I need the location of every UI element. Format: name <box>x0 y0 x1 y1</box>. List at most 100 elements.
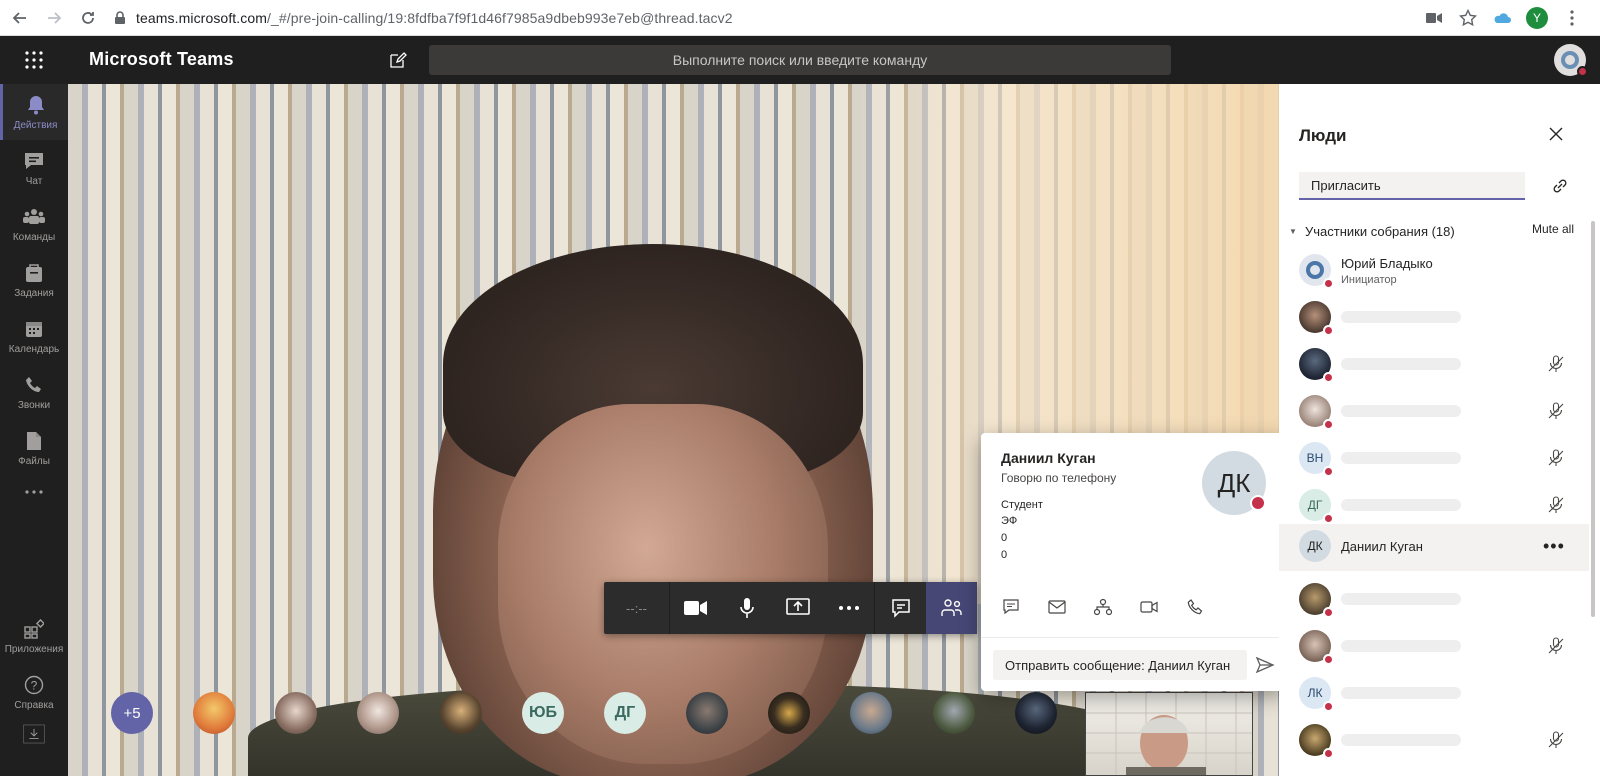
rail-item-chat[interactable]: Чат <box>0 140 68 196</box>
show-participants-button[interactable] <box>926 582 977 634</box>
participant-row[interactable] <box>1279 389 1589 436</box>
bell-icon <box>25 94 47 116</box>
contact-detail: Студент <box>1001 499 1043 511</box>
participant-avatar[interactable] <box>768 692 810 734</box>
video-call-icon[interactable] <box>1139 597 1159 617</box>
participant-avatar[interactable] <box>440 692 482 734</box>
chat-icon[interactable] <box>1001 597 1021 617</box>
divider <box>981 637 1285 638</box>
participant-avatar-initials[interactable]: ЮБ <box>522 692 564 734</box>
rail-item-label: Действия <box>13 119 58 131</box>
close-icon[interactable] <box>1548 126 1564 142</box>
mic-muted-icon <box>1547 355 1565 373</box>
participant-name-hidden <box>1341 734 1461 746</box>
forward-icon[interactable] <box>40 4 68 32</box>
chat-icon <box>23 150 45 172</box>
scrollbar[interactable] <box>1591 221 1595 617</box>
back-icon[interactable] <box>6 4 34 32</box>
mute-all-button[interactable]: Mute all <box>1532 222 1574 236</box>
participant-row[interactable]: ДГ <box>1279 483 1589 530</box>
browser-toolbar: teams.microsoft.com/_#/pre-join-calling/… <box>0 0 1600 36</box>
participant-row[interactable] <box>1279 342 1589 389</box>
new-chat-icon[interactable] <box>389 51 407 69</box>
rail-item-calendar[interactable]: Календарь <box>0 308 68 364</box>
people-panel-title: Люди <box>1299 126 1347 145</box>
presence-busy-indicator <box>1323 278 1334 289</box>
camera-indicator-icon[interactable] <box>1424 8 1444 28</box>
email-icon[interactable] <box>1047 597 1067 617</box>
participant-row[interactable] <box>1279 577 1589 624</box>
rail-item-download[interactable] <box>0 716 68 756</box>
participant-name-hidden <box>1341 405 1461 417</box>
participant-name-hidden <box>1341 593 1461 605</box>
more-actions-button[interactable] <box>823 582 874 634</box>
contact-card: Даниил Куган Говорю по телефону Студент … <box>981 433 1285 691</box>
reload-icon[interactable] <box>74 4 102 32</box>
rail-item-apps[interactable]: Приложения <box>0 608 68 664</box>
mic-muted-icon <box>1547 637 1565 655</box>
copy-link-icon[interactable] <box>1551 177 1569 195</box>
rail-item-help[interactable]: ? Справка <box>0 664 68 720</box>
participant-row[interactable]: ВН <box>1279 436 1589 483</box>
call-timer: --:-- <box>604 582 670 634</box>
download-icon <box>23 723 45 745</box>
share-tray-icon <box>785 598 810 615</box>
address-bar[interactable]: teams.microsoft.com/_#/pre-join-calling/… <box>112 5 1482 31</box>
rail-item-label: Справка <box>14 699 54 711</box>
participant-avatar-initials[interactable]: ДГ <box>604 692 646 734</box>
search-input[interactable]: Выполните поиск или введите команду <box>429 45 1171 75</box>
rail-item-calls[interactable]: Звонки <box>0 364 68 420</box>
my-profile-avatar[interactable] <box>1554 44 1588 77</box>
more-participants-badge[interactable]: +5 <box>111 692 153 734</box>
participant-avatar[interactable] <box>357 692 399 734</box>
contact-detail: 0 <box>1001 549 1008 561</box>
participant-row[interactable] <box>1279 295 1589 342</box>
participant-avatar[interactable] <box>850 692 892 734</box>
rail-item-files[interactable]: Файлы <box>0 420 68 476</box>
participant-avatar[interactable] <box>933 692 975 734</box>
phone-icon[interactable] <box>1185 597 1205 617</box>
camera-toggle-button[interactable] <box>670 582 721 634</box>
people-panel: Люди Пригласить ▼ Участники собрания (18… <box>1279 84 1600 776</box>
people-icon <box>940 599 962 616</box>
participant-avatar[interactable] <box>686 692 728 734</box>
browser-menu-icon[interactable] <box>1562 8 1582 28</box>
star-icon[interactable] <box>1458 8 1478 28</box>
microphone-icon <box>739 598 754 618</box>
browser-profile-avatar[interactable]: Y <box>1526 7 1548 29</box>
self-video-preview <box>1085 692 1253 776</box>
invite-input[interactable]: Пригласить <box>1299 172 1525 200</box>
participant-avatar[interactable] <box>1015 692 1057 734</box>
participant-name-hidden <box>1341 687 1461 699</box>
show-conversation-button[interactable] <box>875 582 926 634</box>
onedrive-extension-icon[interactable] <box>1492 8 1512 28</box>
more-horizontal-icon <box>23 481 45 503</box>
participant-avatar[interactable] <box>275 692 317 734</box>
participant-row[interactable] <box>1279 718 1589 765</box>
teams-header: Microsoft Teams Выполните поиск или введ… <box>0 36 1600 84</box>
org-chart-icon[interactable] <box>1093 597 1113 617</box>
presence-busy-indicator <box>1323 654 1334 665</box>
app-title: Microsoft Teams <box>89 49 234 69</box>
presence-busy-indicator <box>1323 466 1334 477</box>
rail-item-teams[interactable]: Команды <box>0 196 68 252</box>
participant-name: Юрий Бладыко <box>1341 256 1433 271</box>
participant-avatar[interactable] <box>193 692 235 734</box>
more-options-icon[interactable]: ••• <box>1543 536 1565 557</box>
apps-icon <box>23 618 45 640</box>
share-screen-button[interactable] <box>772 582 823 634</box>
participant-row[interactable]: Юрий Бладыко Инициатор <box>1279 248 1589 295</box>
mic-toggle-button[interactable] <box>721 582 772 634</box>
app-launcher-icon[interactable] <box>24 50 44 70</box>
participant-row[interactable] <box>1279 624 1589 671</box>
participant-row-selected[interactable]: ДК Даниил Куган ••• <box>1279 524 1589 571</box>
send-message-input[interactable]: Отправить сообщение: Даниил Куган <box>993 650 1247 680</box>
presence-busy-indicator <box>1323 701 1334 712</box>
rail-more-apps[interactable] <box>0 476 68 512</box>
svg-text:?: ? <box>31 678 38 692</box>
rail-item-assignments[interactable]: Задания <box>0 252 68 308</box>
participant-row[interactable]: ЛК <box>1279 671 1589 718</box>
send-icon[interactable] <box>1255 655 1275 675</box>
rail-item-activity[interactable]: Действия <box>0 84 68 140</box>
mic-muted-icon <box>1547 731 1565 749</box>
